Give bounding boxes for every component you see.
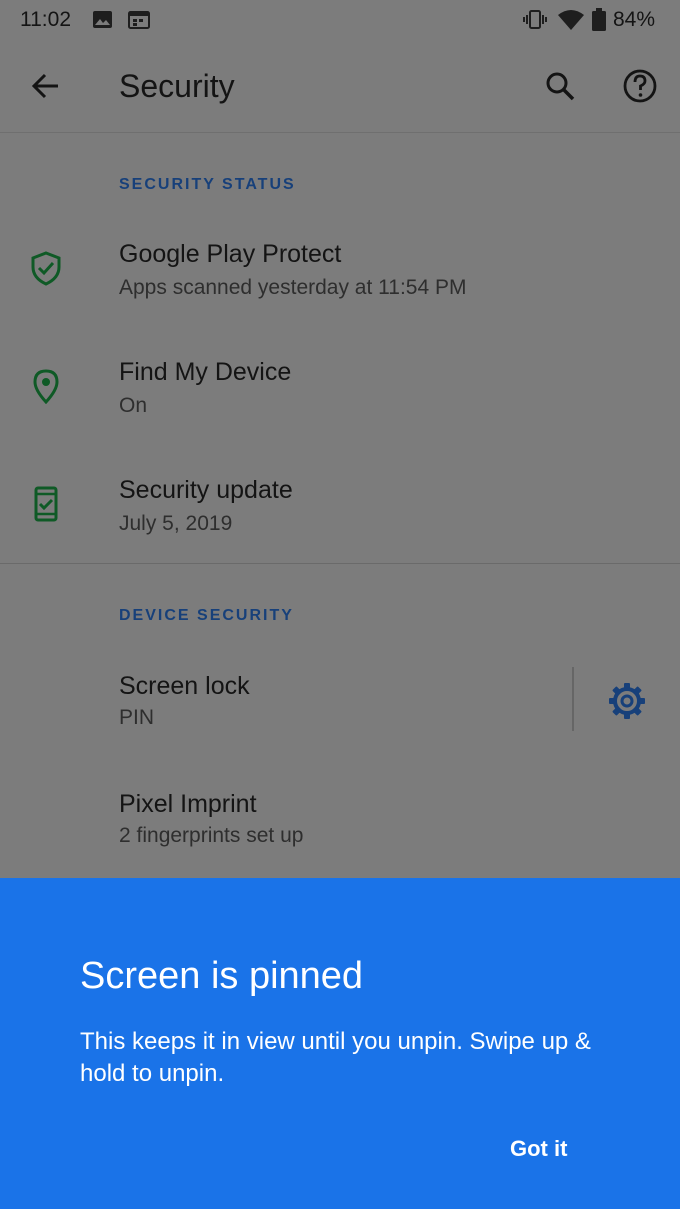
help-button[interactable] [618, 64, 662, 108]
location-pin-icon [33, 369, 59, 404]
list-item-screen-lock[interactable]: Screen lock PIN [0, 640, 680, 758]
back-button[interactable] [24, 64, 68, 108]
screen-pinned-dialog: Screen is pinned This keeps it in view u… [0, 878, 680, 1209]
search-icon [546, 72, 575, 101]
pin-dialog-message: This keeps it in view until you unpin. S… [80, 1028, 591, 1087]
wifi-icon [558, 10, 584, 30]
gear-icon [609, 683, 645, 719]
security-settings-screen: 11:02 84% Security SECURITY STATUS Googl… [0, 0, 680, 1209]
status-time: 11:02 [20, 8, 71, 31]
help-icon [623, 69, 657, 103]
list-item-google-play-protect[interactable]: Google Play Protect Apps scanned yesterd… [0, 210, 680, 328]
calendar-icon [128, 11, 150, 29]
device-security-header: DEVICE SECURITY [119, 607, 294, 624]
image-icon [93, 11, 112, 28]
list-item-pixel-imprint[interactable]: Pixel Imprint 2 fingerprints set up [0, 758, 680, 876]
list-item-find-my-device[interactable]: Find My Device On [0, 328, 680, 446]
phone-check-icon [34, 486, 58, 522]
item-subtitle: July 5, 2019 [119, 512, 233, 535]
security-status-header: SECURITY STATUS [119, 176, 296, 193]
page-title: Security [119, 68, 235, 104]
item-title: Pixel Imprint [119, 790, 257, 818]
pin-dialog-title: Screen is pinned [80, 955, 364, 997]
item-title: Google Play Protect [119, 240, 342, 268]
search-button[interactable] [538, 64, 582, 108]
screen-lock-settings-button[interactable] [606, 680, 648, 722]
item-subtitle: Apps scanned yesterday at 11:54 PM [119, 276, 467, 299]
item-subtitle: PIN [119, 706, 155, 729]
battery-percentage: 84% [613, 8, 656, 31]
item-subtitle: 2 fingerprints set up [119, 824, 304, 847]
item-title: Find My Device [119, 358, 292, 386]
item-subtitle: On [119, 394, 148, 417]
got-it-button[interactable]: Got it [498, 1132, 579, 1166]
vibrate-icon [523, 10, 547, 29]
app-bar: Security [0, 40, 680, 133]
back-arrow-icon [31, 73, 58, 99]
item-title: Screen lock [119, 672, 250, 700]
action-divider [572, 667, 574, 731]
item-title: Security update [119, 476, 293, 504]
shield-check-icon [31, 251, 61, 286]
status-bar: 11:02 84% [0, 0, 680, 40]
list-item-security-update[interactable]: Security update July 5, 2019 [0, 446, 680, 564]
battery-icon [592, 8, 606, 31]
section-divider [0, 563, 680, 564]
